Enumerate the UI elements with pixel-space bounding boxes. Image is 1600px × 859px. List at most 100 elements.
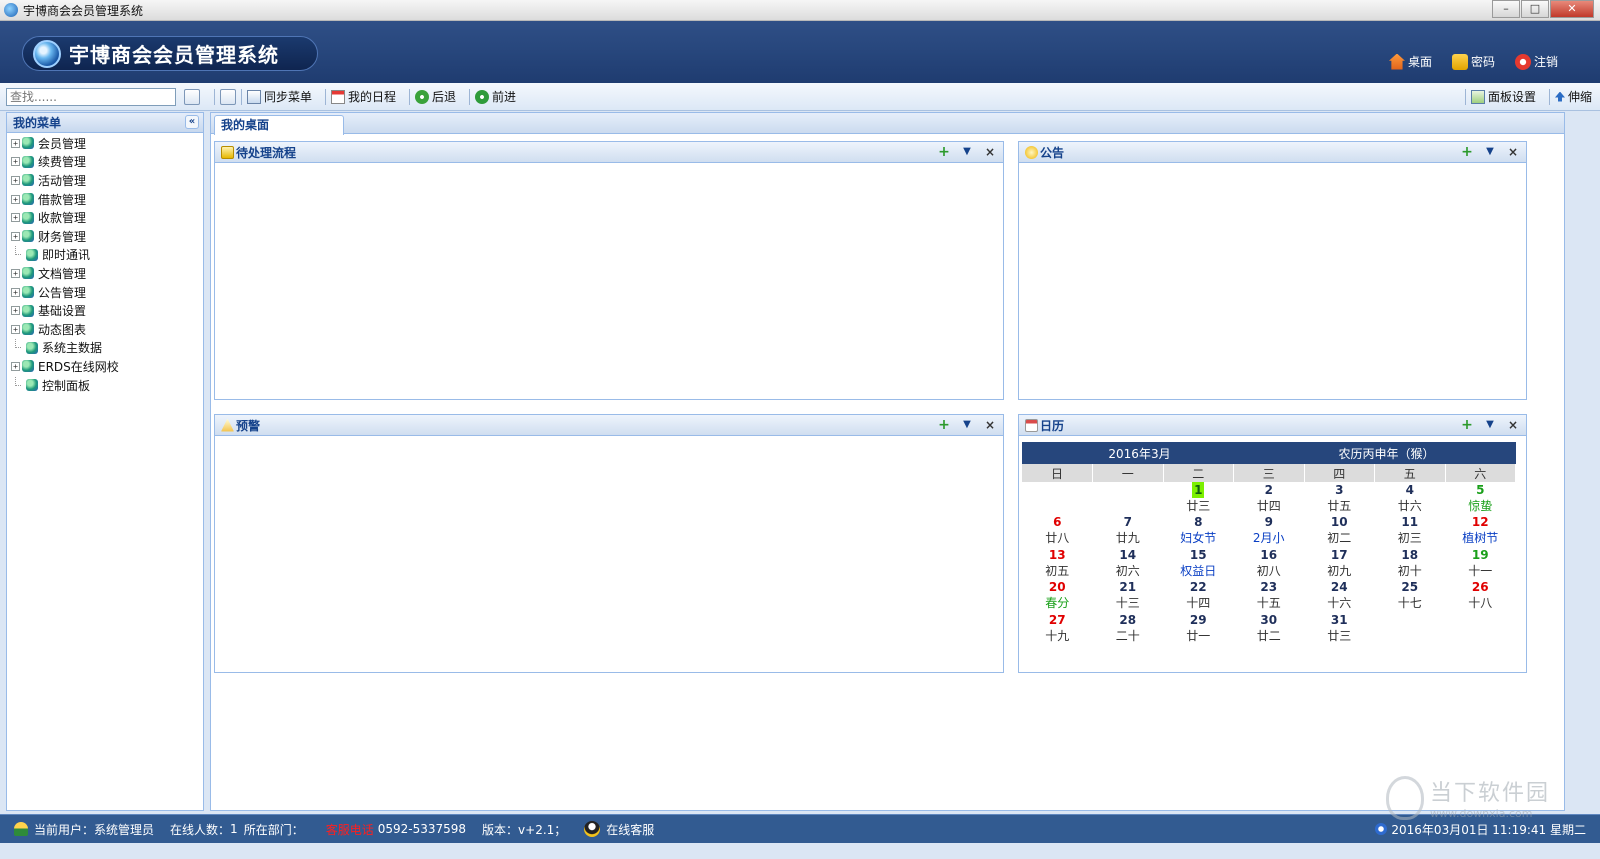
calendar-day[interactable]: 4 廿六	[1375, 482, 1446, 514]
back-button[interactable]: 后退	[415, 88, 456, 105]
close-icon[interactable]: ×	[983, 145, 997, 159]
panel-settings-button[interactable]: 面板设置	[1470, 88, 1536, 105]
calendar-day[interactable]: 11 初三	[1375, 514, 1446, 546]
menu-search-input[interactable]	[6, 87, 176, 106]
menu-item[interactable]: + 公告管理	[7, 283, 203, 302]
sidebar-collapse-button[interactable]: «	[185, 115, 199, 129]
close-button[interactable]: ✕	[1550, 0, 1594, 18]
close-icon[interactable]: ×	[1506, 418, 1520, 432]
calendar-day[interactable]: 6 廿八	[1022, 514, 1093, 546]
portlet-header[interactable]: 公告 + ▼ ×	[1019, 142, 1526, 163]
calendar-day[interactable]: 10 初二	[1304, 514, 1375, 546]
expand-icon[interactable]: +	[11, 194, 20, 204]
desktop-link[interactable]: 桌面	[1388, 53, 1432, 70]
flow-icon	[221, 145, 234, 159]
calendar-day[interactable]: 25 十七	[1375, 579, 1446, 611]
calendar-day[interactable]: 26 十八	[1445, 579, 1516, 611]
expand-icon[interactable]: +	[11, 175, 20, 185]
add-icon[interactable]: +	[937, 418, 951, 432]
portlet-header[interactable]: 待处理流程 + ▼ ×	[215, 142, 1003, 163]
calendar-day[interactable]: 20 春分	[1022, 579, 1093, 611]
calendar-day[interactable]: 27 十九	[1022, 612, 1093, 644]
watermark-text: 当下软件园	[1429, 781, 1550, 806]
tree-line	[15, 246, 21, 256]
menu-item[interactable]: 即时通讯	[7, 246, 203, 265]
tree-view-button[interactable]	[220, 88, 236, 105]
calendar-day[interactable]: 3 廿五	[1304, 482, 1375, 514]
collapse-toggle-button[interactable]: 伸缩	[1554, 88, 1592, 105]
search-go-button[interactable]	[184, 88, 200, 105]
calendar-day[interactable]: 2 廿四	[1234, 482, 1305, 514]
calendar-day[interactable]: 9 2月小	[1234, 514, 1305, 546]
expand-icon[interactable]: +	[11, 324, 20, 334]
calendar-day[interactable]: 8 妇女节	[1163, 514, 1234, 546]
calendar-day[interactable]: 22 十四	[1163, 579, 1234, 611]
menu-item[interactable]: + ERDS在线网校	[7, 357, 203, 376]
expand-icon[interactable]: +	[11, 306, 20, 316]
qq-icon[interactable]	[584, 821, 601, 837]
minimize-button[interactable]: –	[1492, 0, 1520, 18]
add-icon[interactable]: +	[1460, 418, 1474, 432]
sync-menu-button[interactable]: 同步菜单	[247, 88, 312, 105]
password-link[interactable]: 密码	[1451, 53, 1495, 70]
calendar-day[interactable]: 14 初六	[1093, 547, 1164, 579]
watermark-url: www.downxia.com	[1429, 807, 1533, 820]
menu-item[interactable]: 系统主数据	[7, 339, 203, 358]
calendar-day[interactable]: 13 初五	[1022, 547, 1093, 579]
calendar-day[interactable]: 19 十一	[1445, 547, 1516, 579]
dropdown-icon[interactable]: ▼	[1483, 418, 1497, 432]
calendar-day[interactable]: 28 二十	[1093, 612, 1164, 644]
dropdown-icon[interactable]: ▼	[960, 418, 974, 432]
portlet-header[interactable]: 日历 + ▼ ×	[1019, 415, 1526, 436]
calendar-day[interactable]: 17 初九	[1304, 547, 1375, 579]
expand-icon[interactable]: +	[11, 268, 20, 278]
logout-link[interactable]: 注销	[1514, 53, 1558, 70]
panel-settings-icon	[1470, 89, 1485, 104]
menu-item[interactable]: + 收款管理	[7, 208, 203, 227]
expand-icon[interactable]: +	[11, 287, 20, 297]
calendar-day[interactable]: 24 十六	[1304, 579, 1375, 611]
calendar-day[interactable]: 18 初十	[1375, 547, 1446, 579]
my-schedule-button[interactable]: 我的日程	[331, 88, 396, 105]
calendar-day[interactable]: 12 植树节	[1445, 514, 1516, 546]
day-number: 24	[1330, 580, 1348, 595]
expand-icon[interactable]: +	[11, 138, 20, 148]
expand-icon[interactable]: +	[11, 213, 20, 223]
menu-item[interactable]: + 财务管理	[7, 227, 203, 246]
menu-item[interactable]: + 动态图表	[7, 320, 203, 339]
maximize-button[interactable]: □	[1521, 0, 1549, 18]
expand-icon[interactable]: +	[11, 157, 20, 167]
forward-button[interactable]: 前进	[475, 88, 516, 105]
close-icon[interactable]: ×	[1506, 145, 1520, 159]
dropdown-icon[interactable]: ▼	[1483, 145, 1497, 159]
calendar-day[interactable]: 21 十三	[1093, 579, 1164, 611]
add-icon[interactable]: +	[937, 145, 951, 159]
calendar-day[interactable]: 7 廿九	[1093, 514, 1164, 546]
calendar-day[interactable]: 15 权益日	[1163, 547, 1234, 579]
menu-item[interactable]: + 文档管理	[7, 264, 203, 283]
menu-item[interactable]: 控制面板	[7, 376, 203, 395]
expand-icon[interactable]: +	[11, 231, 20, 241]
portlet-header[interactable]: 预警 + ▼ ×	[215, 415, 1003, 436]
menu-item[interactable]: + 续费管理	[7, 153, 203, 172]
close-icon[interactable]: ×	[983, 418, 997, 432]
menu-item[interactable]: + 活动管理	[7, 171, 203, 190]
calendar-day[interactable]: 31 廿三	[1304, 612, 1375, 644]
dropdown-icon[interactable]: ▼	[960, 145, 974, 159]
calendar-day[interactable]: 30 廿二	[1234, 612, 1305, 644]
calendar-day[interactable]: 16 初八	[1234, 547, 1305, 579]
calendar-day[interactable]: 5 惊蛰	[1445, 482, 1516, 514]
online-service-link[interactable]: 在线客服	[606, 821, 654, 838]
menu-item[interactable]: + 基础设置	[7, 301, 203, 320]
lunar-day: 廿三	[1327, 628, 1352, 643]
calendar-day[interactable]: 23 十五	[1234, 579, 1305, 611]
menu-item[interactable]: + 会员管理	[7, 134, 203, 153]
add-icon[interactable]: +	[1460, 145, 1474, 159]
expand-icon[interactable]: +	[11, 361, 20, 371]
menu-item[interactable]: + 借款管理	[7, 190, 203, 209]
calendar-day[interactable]: 1 廿三	[1163, 482, 1234, 514]
calendar-day[interactable]: 29 廿一	[1163, 612, 1234, 644]
portlet-calendar: 日历 + ▼ × 2016年3月 农历丙申年（猴） 日一二三四五六 1 廿三 2 廿四…	[1018, 414, 1527, 673]
tree-line	[15, 339, 21, 349]
tab-my-desktop[interactable]: 我的桌面	[214, 115, 344, 135]
